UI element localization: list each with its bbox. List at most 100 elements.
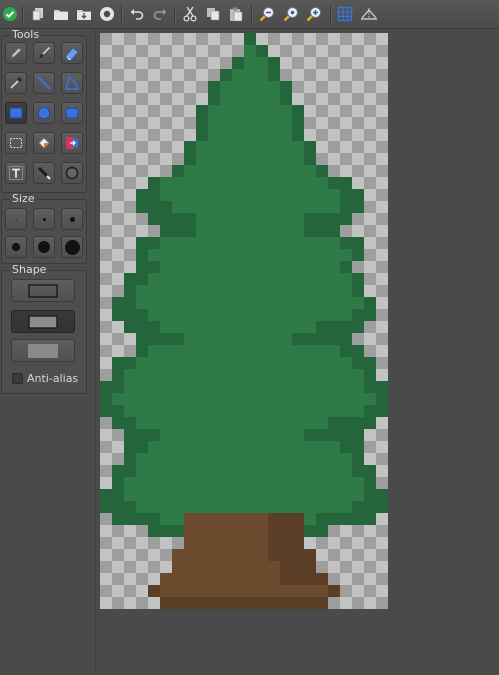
tools-group-label: Tools (10, 28, 42, 41)
copy-icon (207, 8, 220, 21)
size-dot-icon (64, 239, 80, 255)
brush-size-1[interactable] (5, 208, 27, 230)
pixel-run (280, 561, 316, 573)
ellipse-tool[interactable] (33, 102, 55, 124)
eraser-icon (65, 47, 79, 61)
zoom-out-icon (259, 7, 274, 22)
grid-toggle-button[interactable] (335, 4, 355, 24)
pixel-run (196, 153, 304, 165)
import-button[interactable] (74, 4, 94, 24)
pixel-run (136, 357, 352, 369)
brush-size-5[interactable] (33, 236, 55, 258)
brush-icon (39, 46, 51, 59)
copy-button[interactable] (203, 4, 223, 24)
text-icon (9, 166, 23, 180)
pixel-run (208, 129, 292, 141)
pixel-run (268, 525, 304, 537)
circle-select-icon (65, 166, 79, 180)
pixel-run (244, 33, 256, 45)
pixel-run (136, 297, 364, 309)
pixel-run (148, 585, 340, 597)
symmetry-icon (361, 8, 377, 20)
zoom-in-button[interactable] (304, 4, 324, 24)
pixel-run (268, 513, 304, 525)
smudge-tool[interactable] (33, 162, 55, 184)
pixel-run (268, 549, 316, 561)
replace-color-tool[interactable] (61, 132, 83, 154)
antialias-checkbox[interactable]: Anti-alias (12, 371, 78, 385)
paste-icon (230, 7, 243, 22)
antialias-checkbox-box[interactable] (12, 372, 23, 384)
pixel-run (328, 585, 340, 597)
rectangle-tool[interactable] (5, 102, 27, 124)
polygon-tool[interactable] (61, 72, 83, 94)
pixel-run (112, 393, 376, 405)
brush-tool[interactable] (33, 42, 55, 64)
shape-outline-button[interactable] (11, 279, 75, 302)
eraser-tool[interactable] (61, 42, 83, 64)
rectangle-icon (9, 107, 23, 119)
pixel-run (148, 309, 352, 321)
brush-size-6[interactable] (61, 236, 83, 258)
filled-outline-rect-icon (28, 314, 58, 329)
pixel-run (136, 285, 352, 297)
rounded-rectangle-icon (65, 107, 79, 119)
pixel-run (124, 381, 364, 393)
size-dot-icon (42, 217, 46, 221)
fill-tool[interactable] (33, 132, 55, 154)
polygon-icon (64, 75, 80, 90)
apply-button[interactable] (0, 4, 20, 24)
new-layer-button[interactable] (28, 4, 48, 24)
pixel-run (232, 69, 268, 81)
brush-size-4[interactable] (5, 236, 27, 258)
line-tool[interactable] (33, 72, 55, 94)
zoom-reset-icon (283, 7, 298, 22)
main-toolbar (0, 0, 499, 29)
pixel-run (136, 417, 328, 429)
color-picker-tool[interactable] (5, 72, 27, 94)
panel-divider (95, 29, 96, 675)
select-tool[interactable] (5, 132, 27, 154)
pixel-run (244, 57, 268, 69)
size-group: Size (1, 193, 87, 264)
zoom-reset-button[interactable] (281, 4, 301, 24)
color-replace-icon (66, 137, 78, 149)
undo-button[interactable] (127, 4, 147, 24)
pixel-run (124, 489, 364, 501)
pixel-run (148, 345, 340, 357)
ellipse-icon (37, 106, 51, 120)
pixel-run (124, 369, 364, 381)
tools-group: Tools (1, 29, 87, 193)
eyedropper-icon (10, 77, 22, 89)
pixel-run (160, 177, 328, 189)
pixel-run (208, 105, 292, 117)
pixel-canvas[interactable] (100, 33, 388, 609)
outline-rect-icon (28, 283, 58, 298)
lasso-tool[interactable] (61, 162, 83, 184)
brush-size-2[interactable] (33, 208, 55, 230)
size-dot-icon (69, 216, 75, 222)
paste-button[interactable] (226, 4, 246, 24)
pixel-run (208, 117, 292, 129)
filled-rect-icon (28, 343, 58, 358)
symmetry-button[interactable] (359, 4, 379, 24)
size-group-label: Size (10, 192, 37, 205)
rounded-rectangle-tool[interactable] (61, 102, 83, 124)
text-tool[interactable] (5, 162, 27, 184)
redo-button[interactable] (150, 4, 170, 24)
open-button[interactable] (51, 4, 71, 24)
pixel-run (268, 537, 304, 549)
pixel-run (148, 441, 340, 453)
cut-button[interactable] (180, 4, 200, 24)
open-folder-icon (54, 10, 68, 20)
apply-icon (3, 7, 17, 21)
zoom-out-button[interactable] (257, 4, 277, 24)
shape-filled-outline-button[interactable] (11, 310, 75, 333)
import-folder-icon (77, 10, 91, 20)
shape-filled-button[interactable] (11, 339, 75, 362)
pixel-run (184, 333, 292, 345)
pixel-run (160, 237, 340, 249)
pencil-tool[interactable] (5, 42, 27, 64)
brush-size-3[interactable] (61, 208, 83, 230)
record-button[interactable] (97, 4, 117, 24)
